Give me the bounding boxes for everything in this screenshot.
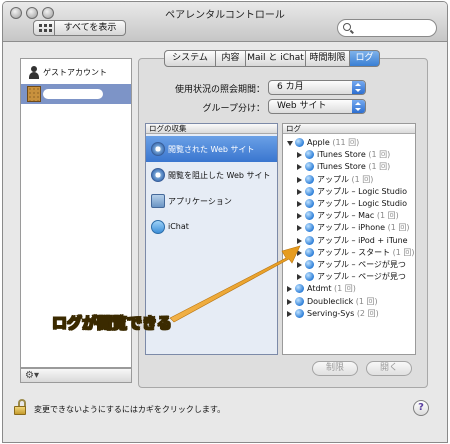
annotation-arrow bbox=[169, 245, 301, 323]
annotation-text: ログが閲覧できる bbox=[52, 314, 173, 333]
